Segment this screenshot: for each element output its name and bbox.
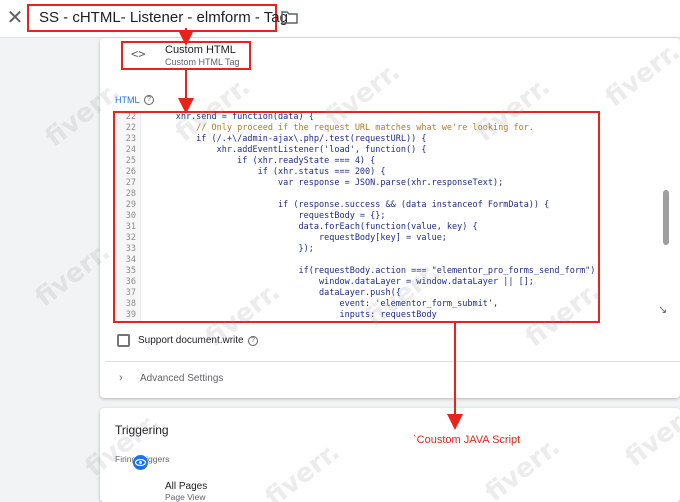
code-text: data.forEach(function(value, key) {	[145, 222, 478, 232]
code-line: 29 if (response.success && (data instanc…	[115, 200, 598, 211]
line-number: 38	[125, 299, 136, 309]
help-icon[interactable]: ?	[144, 95, 154, 105]
code-line: 22 // Only proceed if the request URL ma…	[115, 123, 598, 134]
line-number: 39	[125, 310, 136, 320]
trigger-type: Page View	[165, 492, 206, 502]
line-number: 36	[125, 277, 136, 287]
code-text: if(requestBody.action === "elementor_pro…	[145, 266, 600, 276]
html-code-editor[interactable]: 22 xhr.send = function(data) {22 // Only…	[113, 111, 600, 323]
code-text: });	[145, 244, 314, 254]
eye-icon	[133, 455, 148, 470]
code-line: 38 event: 'elementor_form_submit',	[115, 299, 598, 310]
code-text: requestBody = {};	[145, 211, 386, 221]
line-number: 24	[125, 145, 136, 155]
html-field-label: HTML	[115, 95, 140, 105]
code-line: 32 requestBody[key] = value;	[115, 233, 598, 244]
triggering-title: Triggering	[115, 423, 169, 437]
line-number: 23	[125, 134, 136, 144]
code-text: window.dataLayer = window.dataLayer || […	[145, 277, 534, 287]
support-document-write-label: Support document.write	[138, 335, 244, 346]
code-text: if (/.+\/admin-ajax\.php/.test(requestUR…	[145, 134, 427, 144]
line-number: 30	[125, 211, 136, 221]
code-line: 26 if (xhr.status === 200) {	[115, 167, 598, 178]
code-line: 22 xhr.send = function(data) {	[115, 112, 598, 123]
code-line: 27 var response = JSON.parse(xhr.respons…	[115, 178, 598, 189]
line-number: 27	[125, 178, 136, 188]
divider	[105, 361, 680, 362]
code-line: 35 if(requestBody.action === "elementor_…	[115, 266, 598, 277]
line-number: 35	[125, 266, 136, 276]
resize-handle-icon[interactable]: ↘	[658, 303, 667, 316]
code-line: 31 data.forEach(function(value, key) {	[115, 222, 598, 233]
code-text: var response = JSON.parse(xhr.responseTe…	[145, 178, 504, 188]
support-document-write-checkbox[interactable]	[117, 334, 130, 347]
line-number: 28	[125, 189, 136, 199]
code-line: 30 requestBody = {};	[115, 211, 598, 222]
code-text: if (xhr.status === 200) {	[145, 167, 386, 177]
tag-type-name: Custom HTML	[165, 44, 236, 56]
annotation-label: `Coustom JAVA Script	[413, 434, 521, 446]
code-line: 36 window.dataLayer = window.dataLayer |…	[115, 277, 598, 288]
code-line: 25 if (xhr.readyState === 4) {	[115, 156, 598, 167]
line-number: 22	[125, 123, 136, 133]
code-text: if (response.success && (data instanceof…	[145, 200, 550, 210]
code-text: xhr.send = function(data) {	[145, 112, 314, 122]
tag-name-title[interactable]: SS - cHTML- Listener - elmform - Tag	[27, 4, 288, 32]
line-number: 34	[125, 255, 136, 265]
code-text: event: 'elementor_form_submit',	[145, 299, 499, 309]
code-text: inputs: requestBody	[145, 310, 437, 320]
code-line: 37 dataLayer.push({	[115, 288, 598, 299]
folder-icon[interactable]	[281, 10, 298, 24]
code-text: if (xhr.readyState === 4) {	[145, 156, 376, 166]
line-number: 29	[125, 200, 136, 210]
editor-scrollbar[interactable]	[663, 190, 669, 245]
help-icon[interactable]: ?	[248, 336, 258, 346]
tag-type-subtitle: Custom HTML Tag	[165, 57, 240, 67]
line-number: 31	[125, 222, 136, 232]
trigger-name[interactable]: All Pages	[165, 481, 207, 492]
advanced-settings-toggle[interactable]: Advanced Settings	[140, 373, 223, 384]
line-number: 32	[125, 233, 136, 243]
line-number: 26	[125, 167, 136, 177]
tag-type-selector[interactable]: <> Custom HTML Custom HTML Tag	[121, 41, 251, 70]
code-line: 39 inputs: requestBody	[115, 310, 598, 321]
code-line: 28	[115, 189, 598, 200]
code-text: dataLayer.push({	[145, 288, 401, 298]
line-number: 22	[125, 112, 136, 122]
code-line: 34	[115, 255, 598, 266]
chevron-right-icon[interactable]: ›	[119, 372, 123, 384]
code-text: // Only proceed if the request URL match…	[145, 123, 534, 133]
close-icon[interactable]: ✕	[4, 7, 26, 29]
line-number: 37	[125, 288, 136, 298]
code-text: requestBody[key] = value;	[145, 233, 447, 243]
code-line: 23 if (/.+\/admin-ajax\.php/.test(reques…	[115, 134, 598, 145]
code-line: 24 xhr.addEventListener('load', function…	[115, 145, 598, 156]
line-number: 25	[125, 156, 136, 166]
code-icon: <>	[131, 47, 146, 61]
line-number: 33	[125, 244, 136, 254]
code-text: xhr.addEventListener('load', function() …	[145, 145, 427, 155]
code-line: 33 });	[115, 244, 598, 255]
